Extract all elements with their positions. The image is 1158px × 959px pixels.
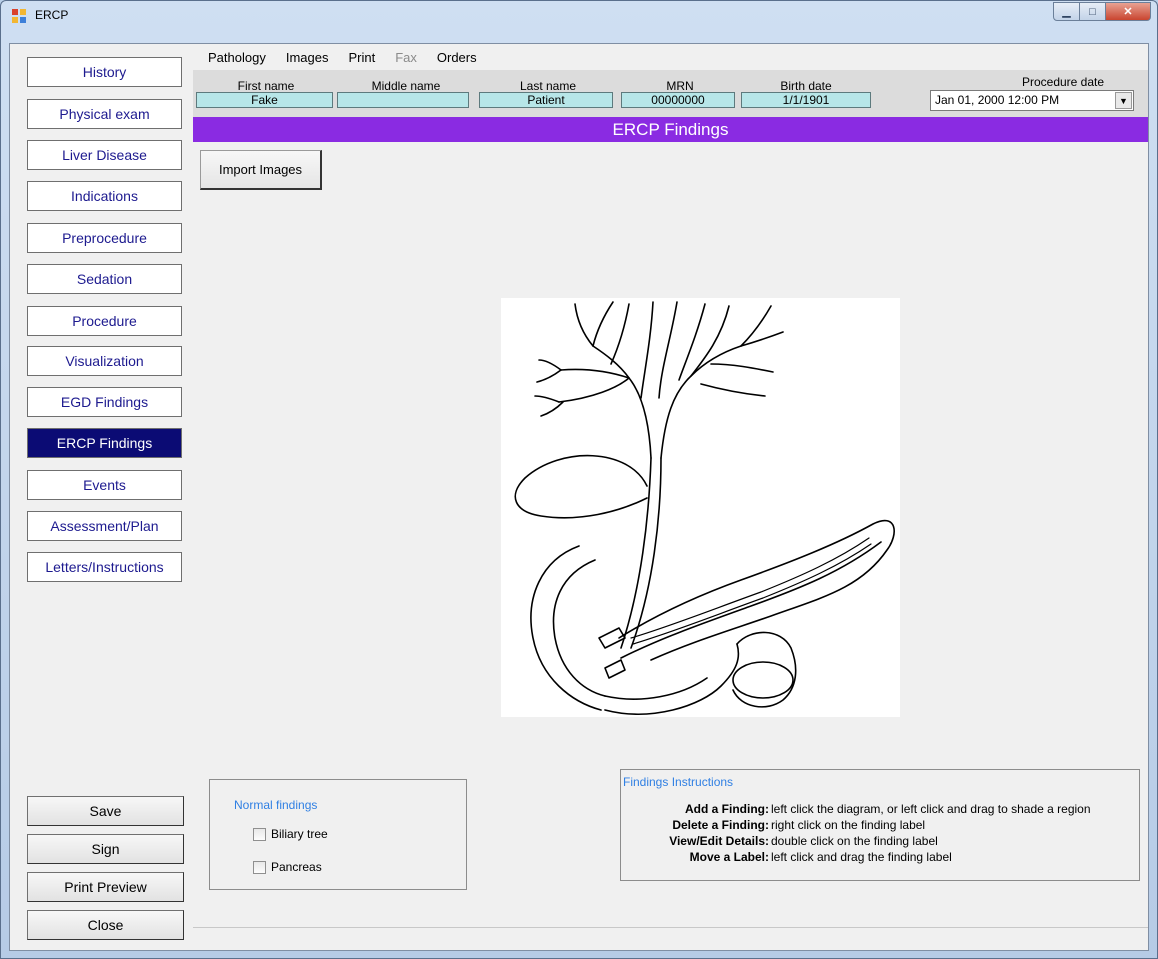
biliary-tree-checkbox[interactable] bbox=[253, 827, 266, 841]
menu-images[interactable]: Images bbox=[286, 50, 329, 70]
maximize-icon[interactable]: □ bbox=[1080, 2, 1106, 21]
minimize-icon[interactable]: ▁ bbox=[1053, 2, 1080, 21]
menu-orders[interactable]: Orders bbox=[437, 50, 477, 70]
nav-physical-exam[interactable]: Physical exam bbox=[27, 99, 182, 129]
procedure-date-label: Procedure date bbox=[1021, 75, 1105, 89]
findings-instructions-title: Findings Instructions bbox=[623, 775, 734, 789]
first-name-label: First name bbox=[237, 79, 295, 93]
section-banner: ERCP Findings bbox=[193, 117, 1148, 142]
procedure-date-picker[interactable]: Jan 01, 2000 12:00 PM ▼ bbox=[930, 90, 1134, 111]
procedure-date-value: Jan 01, 2000 12:00 PM bbox=[935, 93, 1060, 107]
nav-sedation[interactable]: Sedation bbox=[27, 264, 182, 294]
app-icon bbox=[12, 9, 26, 23]
nav-procedure[interactable]: Procedure bbox=[27, 306, 182, 336]
nav-history[interactable]: History bbox=[27, 57, 182, 87]
instruction-key: Delete a Finding: bbox=[672, 818, 769, 832]
bottom-divider bbox=[193, 927, 1148, 928]
sign-button[interactable]: Sign bbox=[27, 834, 184, 864]
import-images-button[interactable]: Import Images bbox=[200, 150, 322, 190]
title-bar[interactable]: ERCP ▁ □ ✕ bbox=[1, 1, 1157, 31]
mrn-field[interactable]: 00000000 bbox=[621, 92, 735, 108]
normal-findings-group: Normal findings Biliary tree Pancreas bbox=[209, 779, 467, 890]
window-controls: ▁ □ ✕ bbox=[1053, 2, 1151, 21]
nav-visualization[interactable]: Visualization bbox=[27, 346, 182, 376]
nav-indications[interactable]: Indications bbox=[27, 181, 182, 211]
findings-instructions-group: Findings Instructions Add a Finding: lef… bbox=[620, 769, 1140, 881]
last-name-field[interactable]: Patient bbox=[479, 92, 613, 108]
instruction-text: right click on the finding label bbox=[771, 818, 926, 832]
pancreas-option[interactable]: Pancreas bbox=[253, 860, 322, 874]
pancreas-label: Pancreas bbox=[271, 860, 322, 874]
save-button[interactable]: Save bbox=[27, 796, 184, 826]
close-icon[interactable]: ✕ bbox=[1106, 2, 1151, 21]
nav-egd-findings[interactable]: EGD Findings bbox=[27, 387, 182, 417]
menu-pathology[interactable]: Pathology bbox=[208, 50, 266, 70]
print-preview-button[interactable]: Print Preview bbox=[27, 872, 184, 902]
mrn-label: MRN bbox=[666, 79, 694, 93]
biliary-pancreas-diagram[interactable] bbox=[501, 298, 900, 717]
instruction-text: left click and drag the finding label bbox=[771, 850, 952, 864]
patient-header: First name Fake Middle name Last name Pa… bbox=[193, 70, 1148, 117]
ercp-diagram[interactable] bbox=[501, 298, 900, 717]
menu-print[interactable]: Print bbox=[348, 50, 375, 70]
nav-liver-disease[interactable]: Liver Disease bbox=[27, 140, 182, 170]
client-area: History Physical exam Liver Disease Indi… bbox=[9, 43, 1149, 951]
instruction-move: Move a Label: left click and drag the fi… bbox=[621, 850, 1141, 865]
first-name-field[interactable]: Fake bbox=[196, 92, 333, 108]
nav-events[interactable]: Events bbox=[27, 470, 182, 500]
middle-name-label: Middle name bbox=[371, 79, 441, 93]
menu-bar: Pathology Images Print Fax Orders bbox=[208, 50, 497, 70]
section-nav: History Physical exam Liver Disease Indi… bbox=[10, 44, 190, 950]
dropdown-arrow-icon[interactable]: ▼ bbox=[1115, 92, 1132, 109]
nav-assessment-plan[interactable]: Assessment/Plan bbox=[27, 511, 182, 541]
instruction-delete: Delete a Finding: right click on the fin… bbox=[621, 818, 1141, 833]
window-title: ERCP bbox=[35, 8, 69, 22]
menu-fax: Fax bbox=[395, 50, 417, 65]
instruction-text: double click on the finding label bbox=[771, 834, 938, 848]
birth-date-label: Birth date bbox=[780, 79, 832, 93]
middle-name-field[interactable] bbox=[337, 92, 469, 108]
instruction-add: Add a Finding: left click the diagram, o… bbox=[621, 802, 1141, 817]
instruction-text: left click the diagram, or left click an… bbox=[771, 802, 1091, 816]
biliary-tree-option[interactable]: Biliary tree bbox=[253, 827, 328, 841]
nav-ercp-findings[interactable]: ERCP Findings bbox=[27, 428, 182, 458]
instruction-key: Move a Label: bbox=[689, 850, 769, 864]
app-window: ERCP ▁ □ ✕ History Physical exam Liver D… bbox=[0, 0, 1158, 959]
instruction-view-edit: View/Edit Details: double click on the f… bbox=[621, 834, 1141, 849]
instruction-key: View/Edit Details: bbox=[669, 834, 769, 848]
biliary-tree-label: Biliary tree bbox=[271, 827, 328, 841]
normal-findings-title: Normal findings bbox=[234, 798, 318, 812]
close-button[interactable]: Close bbox=[27, 910, 184, 940]
birth-date-field[interactable]: 1/1/1901 bbox=[741, 92, 871, 108]
nav-letters-instructions[interactable]: Letters/Instructions bbox=[27, 552, 182, 582]
nav-preprocedure[interactable]: Preprocedure bbox=[27, 223, 182, 253]
pancreas-checkbox[interactable] bbox=[253, 860, 266, 874]
last-name-label: Last name bbox=[519, 79, 577, 93]
instruction-key: Add a Finding: bbox=[685, 802, 769, 816]
